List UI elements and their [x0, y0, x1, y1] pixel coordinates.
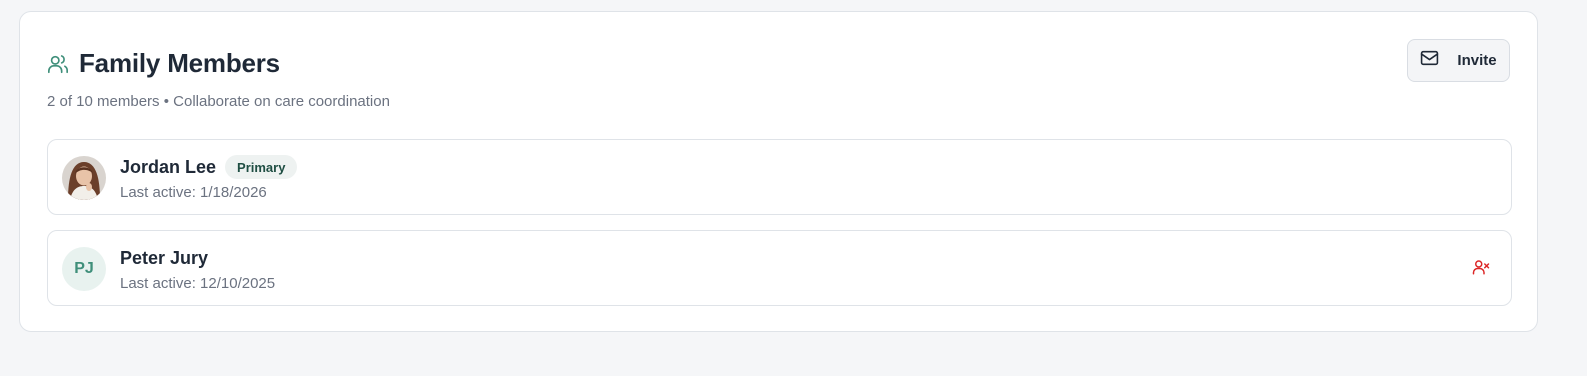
avatar	[62, 156, 106, 200]
page-title: Family Members	[79, 48, 280, 78]
members-subtitle: 2 of 10 members • Collaborate on care co…	[47, 93, 390, 110]
member-row: PJ Peter Jury Last active: 12/10/2025	[47, 230, 1512, 306]
member-name: Jordan Lee	[120, 156, 217, 177]
member-row: Jordan Lee Primary Last active: 1/18/202…	[47, 139, 1512, 215]
invite-label: Invite	[1457, 52, 1497, 69]
mail-icon	[1420, 50, 1439, 71]
invite-button[interactable]: Invite	[1407, 39, 1510, 82]
remove-member-button[interactable]	[1469, 257, 1493, 281]
card-header: Family Members	[47, 48, 280, 79]
user-remove-icon	[1472, 258, 1490, 281]
last-active-text: Last active: 1/18/2026	[120, 184, 267, 201]
avatar: PJ	[62, 247, 106, 291]
member-info: Peter Jury Last active: 12/10/2025	[120, 245, 276, 293]
family-members-card: Family Members 2 of 10 members • Collabo…	[19, 11, 1538, 332]
last-active-text: Last active: 12/10/2025	[120, 275, 276, 292]
users-icon	[47, 53, 69, 75]
member-name: Peter Jury	[120, 247, 209, 268]
member-info: Jordan Lee Primary Last active: 1/18/202…	[120, 154, 298, 201]
status-badge: Primary	[225, 155, 298, 179]
